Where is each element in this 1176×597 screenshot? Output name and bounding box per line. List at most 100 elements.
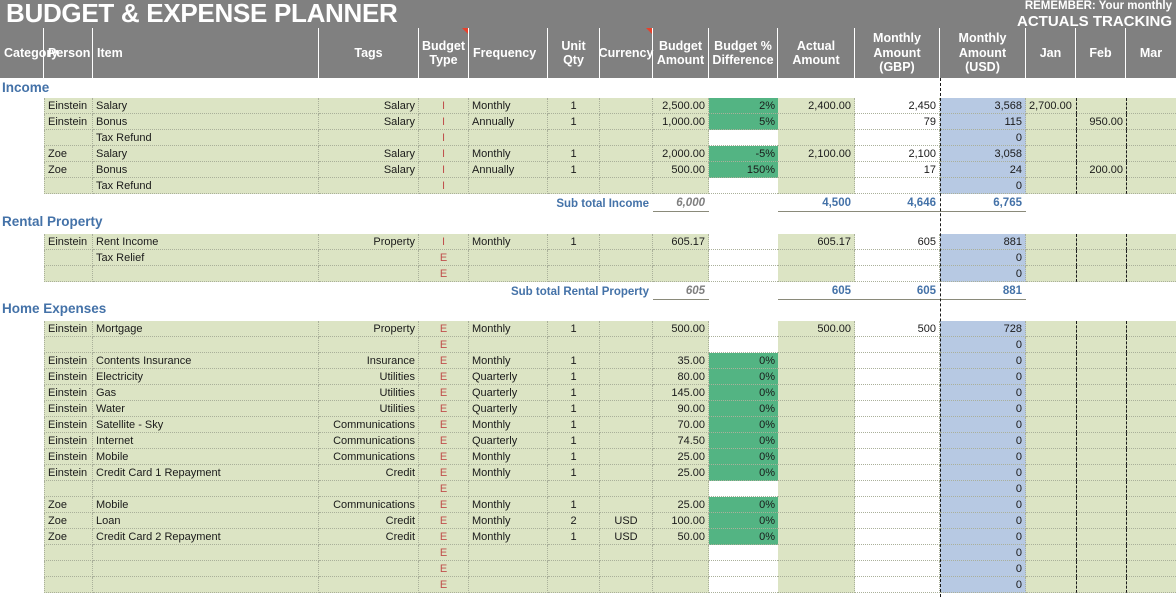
cell-budget-pct-difference[interactable]: 0% (709, 529, 778, 545)
cell-monthly-amount-gbp[interactable] (855, 385, 940, 401)
column-header-item[interactable]: Item (93, 28, 319, 78)
cell-mar[interactable] (1126, 401, 1176, 417)
cell-currency[interactable] (600, 178, 653, 194)
cell-unit-qty[interactable]: 1 (548, 234, 600, 250)
cell-frequency[interactable]: Monthly (469, 513, 548, 529)
cell-budget-amount[interactable] (653, 545, 709, 561)
cell-feb[interactable] (1076, 250, 1126, 266)
cell-item[interactable] (93, 481, 319, 497)
cell-monthly-amount-usd[interactable]: 0 (940, 401, 1026, 417)
cell-item[interactable]: Bonus (93, 162, 319, 178)
cell-item[interactable]: Salary (93, 98, 319, 114)
cell-frequency[interactable] (469, 266, 548, 282)
cell-monthly-amount-gbp[interactable] (855, 497, 940, 513)
cell-frequency[interactable]: Quarterly (469, 401, 548, 417)
cell-currency[interactable] (600, 114, 653, 130)
cell-budget-pct-difference[interactable]: 150% (709, 162, 778, 178)
cell-tags[interactable]: Property (319, 321, 419, 337)
cell-mar[interactable] (1126, 529, 1176, 545)
cell-jan[interactable] (1026, 146, 1076, 162)
column-header-tags[interactable]: Tags (319, 28, 419, 78)
cell-currency[interactable] (600, 130, 653, 146)
cell-tags[interactable] (319, 250, 419, 266)
cell-tags[interactable] (319, 561, 419, 577)
cell-mar[interactable] (1126, 321, 1176, 337)
cell-budget-type[interactable]: E (419, 545, 469, 561)
cell-unit-qty[interactable]: 1 (548, 433, 600, 449)
cell-currency[interactable] (600, 481, 653, 497)
cell-budget-pct-difference[interactable]: 5% (709, 114, 778, 130)
cell-monthly-amount-gbp[interactable] (855, 577, 940, 593)
cell-unit-qty[interactable]: 1 (548, 369, 600, 385)
cell-actual-amount[interactable] (778, 250, 855, 266)
cell-budget-type[interactable]: E (419, 577, 469, 593)
cell-person[interactable]: Zoe (44, 497, 93, 513)
cell-jan[interactable] (1026, 162, 1076, 178)
cell-currency[interactable] (600, 385, 653, 401)
cell-budget-pct-difference[interactable] (709, 234, 778, 250)
cell-mar[interactable] (1126, 162, 1176, 178)
cell-jan[interactable] (1026, 337, 1076, 353)
cell-budget-amount[interactable]: 90.00 (653, 401, 709, 417)
cell-unit-qty[interactable]: 1 (548, 529, 600, 545)
cell-mar[interactable] (1126, 114, 1176, 130)
cell-jan[interactable] (1026, 250, 1076, 266)
cell-monthly-amount-gbp[interactable] (855, 545, 940, 561)
cell-currency[interactable] (600, 401, 653, 417)
cell-budget-amount[interactable]: 2,500.00 (653, 98, 709, 114)
column-header-frequency[interactable]: Frequency (469, 28, 548, 78)
cell-feb[interactable] (1076, 401, 1126, 417)
cell-currency[interactable] (600, 234, 653, 250)
cell-monthly-amount-usd[interactable]: 0 (940, 178, 1026, 194)
cell-budget-type[interactable]: E (419, 369, 469, 385)
cell-frequency[interactable]: Monthly (469, 449, 548, 465)
cell-actual-amount[interactable] (778, 401, 855, 417)
cell-budget-amount[interactable]: 100.00 (653, 513, 709, 529)
cell-unit-qty[interactable]: 1 (548, 417, 600, 433)
cell-monthly-amount-usd[interactable]: 0 (940, 337, 1026, 353)
cell-actual-amount[interactable] (778, 577, 855, 593)
cell-unit-qty[interactable]: 2 (548, 513, 600, 529)
cell-person[interactable] (44, 130, 93, 146)
cell-budget-type[interactable]: E (419, 353, 469, 369)
cell-monthly-amount-gbp[interactable] (855, 178, 940, 194)
cell-currency[interactable] (600, 497, 653, 513)
cell-unit-qty[interactable] (548, 250, 600, 266)
cell-frequency[interactable]: Monthly (469, 98, 548, 114)
cell-budget-amount[interactable]: 35.00 (653, 353, 709, 369)
cell-budget-amount[interactable]: 145.00 (653, 385, 709, 401)
cell-mar[interactable] (1126, 497, 1176, 513)
cell-budget-pct-difference[interactable]: 0% (709, 465, 778, 481)
cell-budget-type[interactable]: I (419, 98, 469, 114)
cell-budget-pct-difference[interactable] (709, 321, 778, 337)
cell-item[interactable]: Mortgage (93, 321, 319, 337)
cell-budget-type[interactable]: E (419, 497, 469, 513)
column-header-mar[interactable]: Mar (1126, 28, 1176, 78)
cell-budget-type[interactable]: I (419, 162, 469, 178)
cell-jan[interactable] (1026, 529, 1076, 545)
cell-budget-type[interactable]: E (419, 449, 469, 465)
cell-tags[interactable]: Salary (319, 114, 419, 130)
cell-person[interactable]: Einstein (44, 465, 93, 481)
cell-monthly-amount-gbp[interactable]: 79 (855, 114, 940, 130)
cell-unit-qty[interactable] (548, 266, 600, 282)
cell-person[interactable]: Zoe (44, 529, 93, 545)
cell-actual-amount[interactable] (778, 449, 855, 465)
cell-actual-amount[interactable] (778, 266, 855, 282)
cell-monthly-amount-usd[interactable]: 0 (940, 130, 1026, 146)
cell-monthly-amount-usd[interactable]: 0 (940, 250, 1026, 266)
cell-item[interactable]: Tax Refund (93, 130, 319, 146)
cell-actual-amount[interactable] (778, 481, 855, 497)
cell-actual-amount[interactable] (778, 337, 855, 353)
cell-monthly-amount-gbp[interactable] (855, 561, 940, 577)
cell-monthly-amount-usd[interactable]: 115 (940, 114, 1026, 130)
column-header-category[interactable]: Category (0, 28, 44, 78)
cell-item[interactable] (93, 545, 319, 561)
cell-budget-amount[interactable]: 70.00 (653, 417, 709, 433)
cell-item[interactable]: Contents Insurance (93, 353, 319, 369)
cell-mar[interactable] (1126, 337, 1176, 353)
cell-mar[interactable] (1126, 385, 1176, 401)
cell-item[interactable] (93, 266, 319, 282)
cell-budget-type[interactable]: I (419, 146, 469, 162)
cell-feb[interactable] (1076, 449, 1126, 465)
